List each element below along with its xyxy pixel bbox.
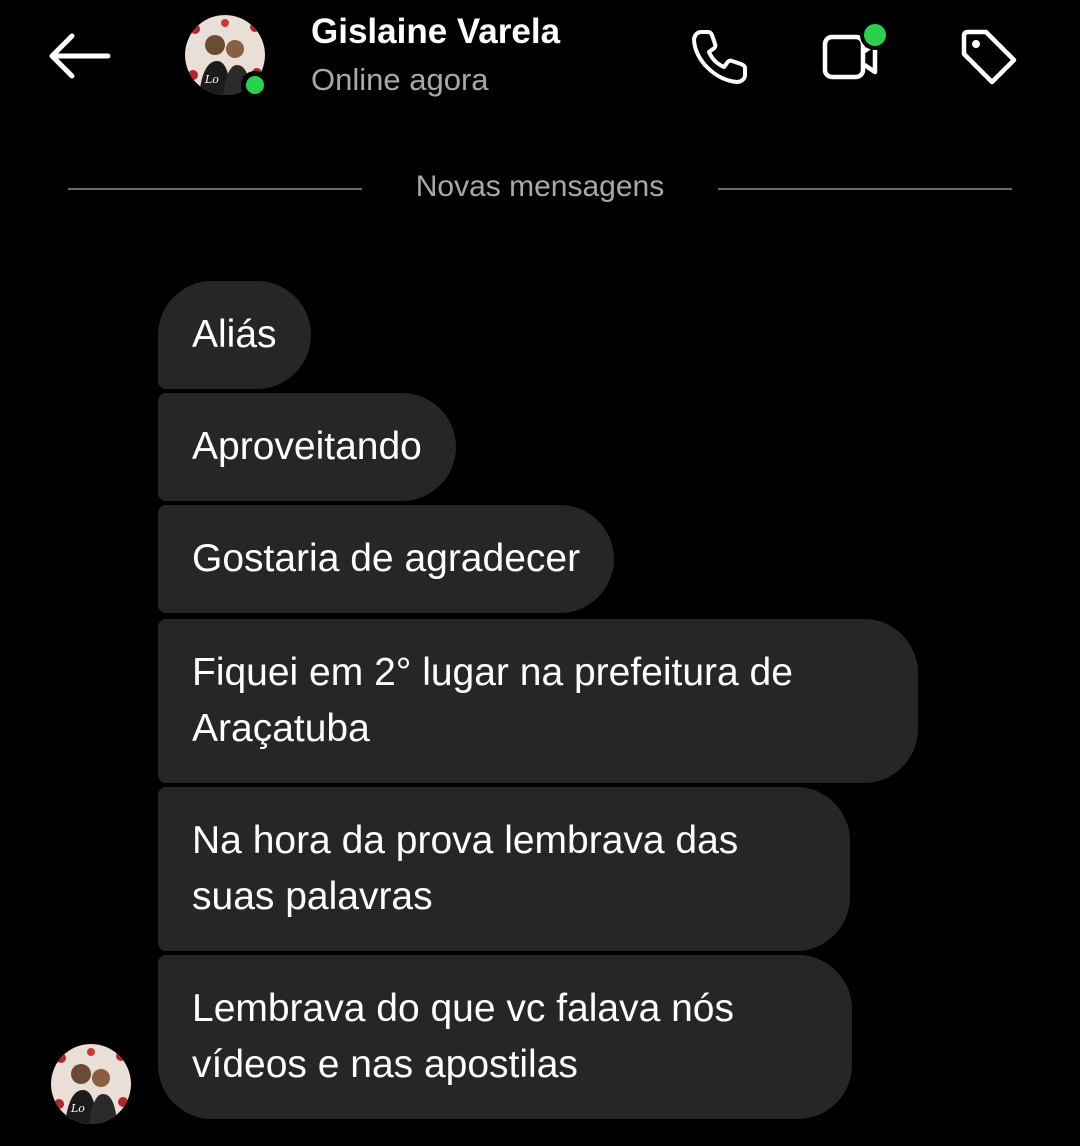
chat-header: Lo Gislaine Varela Online agora [0, 0, 1080, 120]
divider-label: Novas mensagens [415, 170, 665, 203]
video-active-indicator [860, 20, 890, 50]
sender-avatar[interactable]: Lo [51, 1044, 131, 1124]
message-bubble[interactable]: Lembrava do que vc falava nós vídeos e n… [158, 955, 852, 1119]
arrow-left-icon [49, 33, 111, 79]
message-bubble[interactable]: Aliás [158, 281, 311, 389]
call-button[interactable] [685, 22, 755, 92]
online-indicator [241, 71, 269, 99]
svg-text:Lo: Lo [204, 73, 219, 86]
tag-icon [961, 29, 1017, 85]
back-button[interactable] [40, 26, 120, 86]
divider-line [68, 188, 362, 190]
sender-photo: Lo [51, 1044, 131, 1124]
message-bubble[interactable]: Na hora da prova lembrava das suas palav… [158, 787, 850, 951]
svg-text:Lo: Lo [70, 1102, 85, 1115]
contact-avatar[interactable]: Lo [185, 15, 269, 99]
contact-status: Online agora [311, 62, 489, 97]
message-bubble[interactable]: Fiquei em 2° lugar na prefeitura de Araç… [158, 619, 918, 783]
message-list: Aliás Aproveitando Gostaria de agradecer… [158, 281, 958, 1123]
message-bubble[interactable]: Aproveitando [158, 393, 456, 501]
phone-icon [692, 30, 747, 84]
message-bubble[interactable]: Gostaria de agradecer [158, 505, 615, 613]
new-messages-divider: Novas mensagens [68, 170, 1012, 212]
contact-name[interactable]: Gislaine Varela [311, 12, 560, 52]
divider-line [718, 188, 1012, 190]
tag-button[interactable] [954, 22, 1024, 92]
